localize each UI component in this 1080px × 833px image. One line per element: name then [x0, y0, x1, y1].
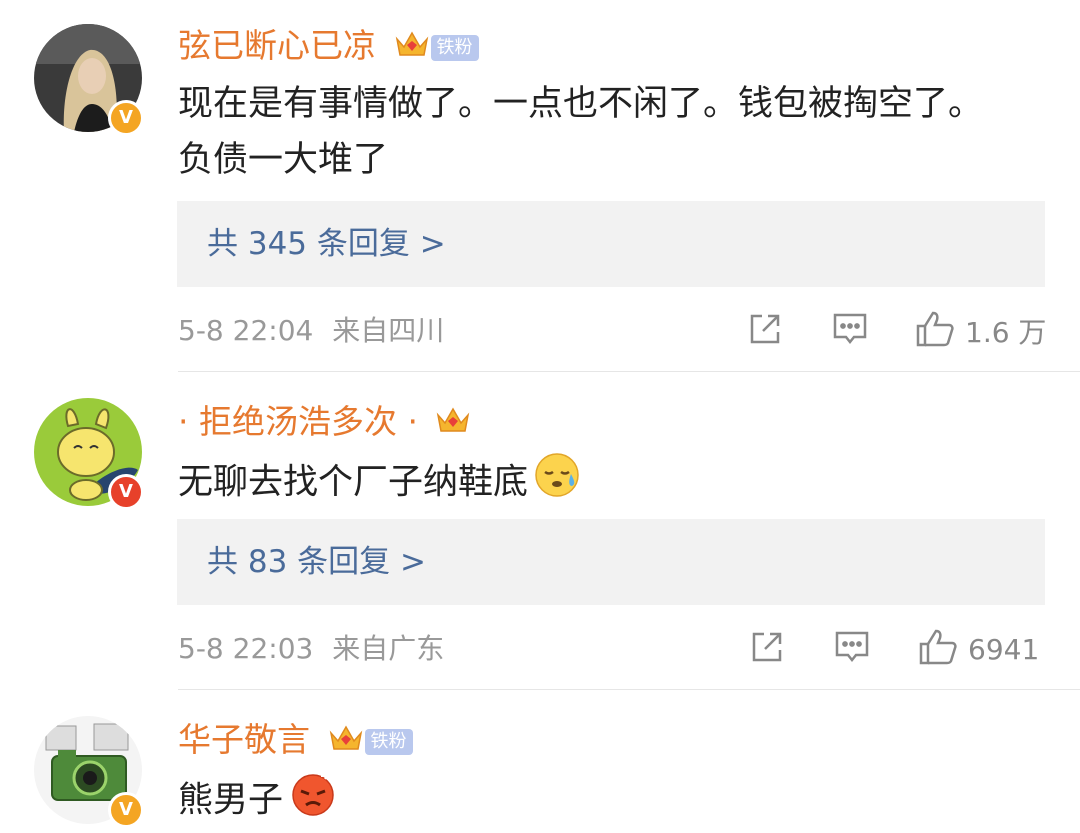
comment-text: 熊男子	[178, 770, 1008, 833]
avatar[interactable]: V	[34, 716, 144, 828]
username-label: 华子敬言	[178, 720, 310, 759]
verified-badge: V	[108, 792, 144, 828]
fan-badge: 铁粉	[364, 728, 413, 755]
angry-face-emoji	[289, 770, 337, 833]
comment-text-label: 熊男子	[178, 780, 284, 821]
comment-item: V 华子敬言 铁粉 熊男子	[0, 0, 1080, 833]
username[interactable]: 华子敬言 铁粉	[178, 720, 413, 762]
crown-icon	[329, 722, 363, 762]
